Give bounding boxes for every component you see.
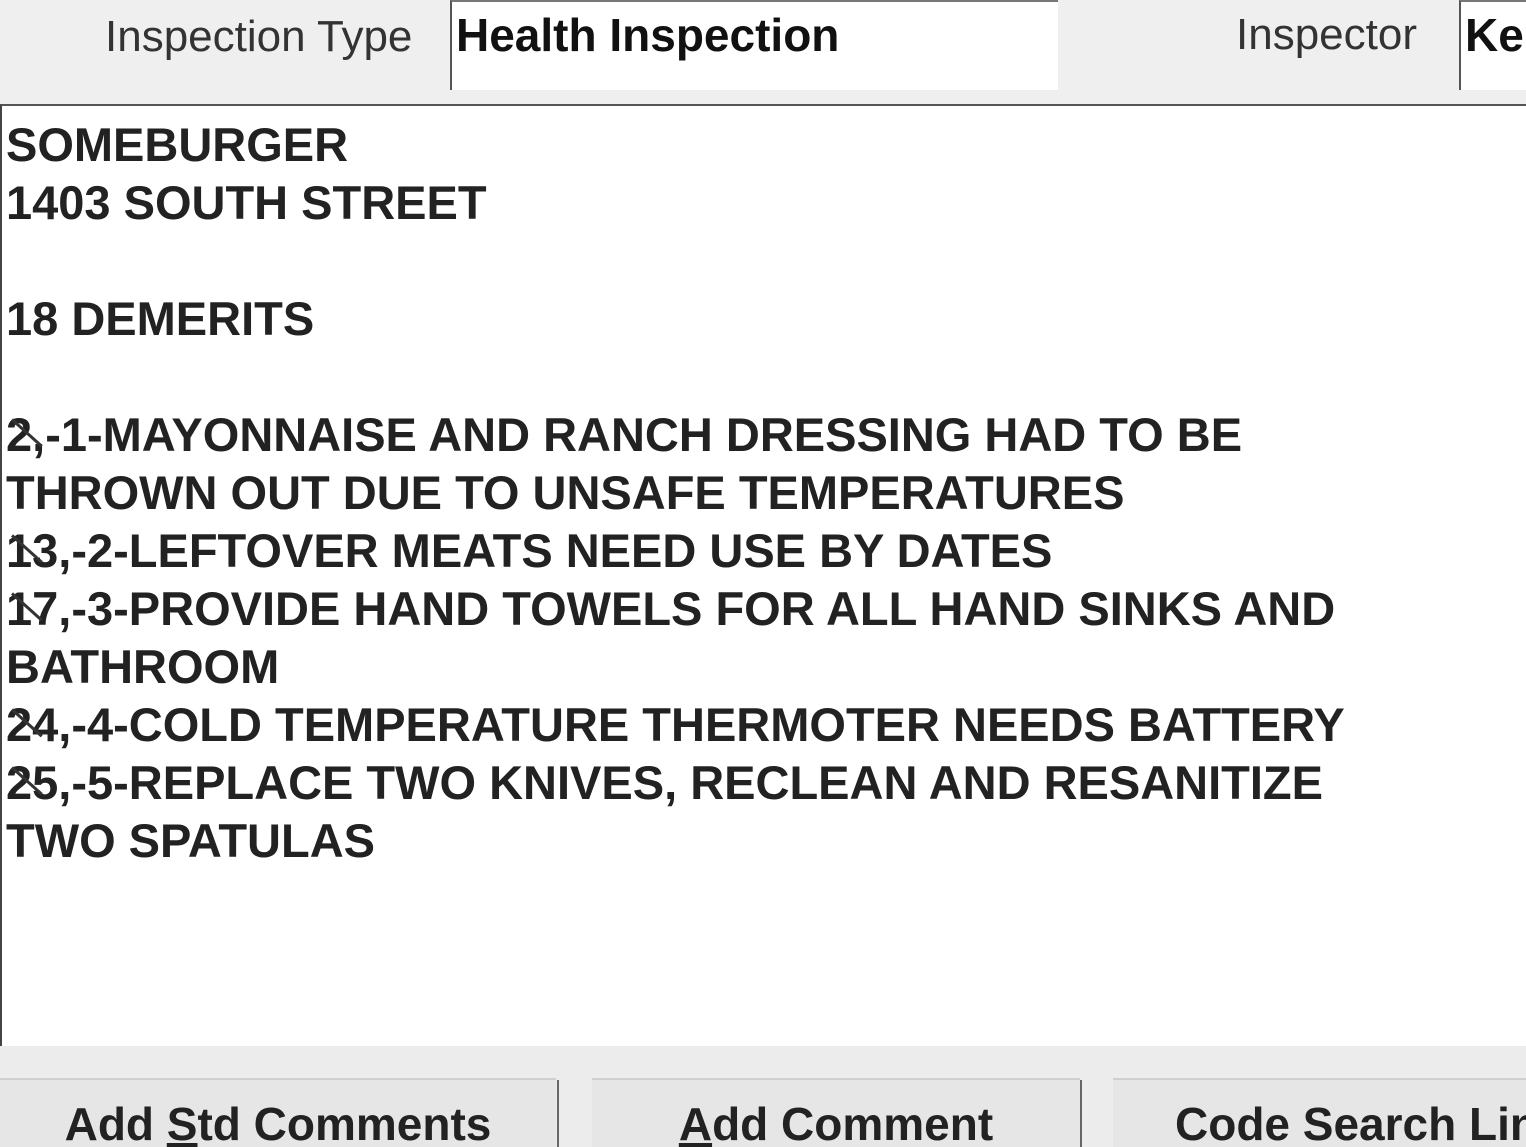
inspection-type-label: Inspection Type xyxy=(105,12,413,61)
comment-line: BATHROOM xyxy=(6,640,280,693)
comment-line xyxy=(6,232,1526,290)
comment-line: 18 DEMERITS xyxy=(6,292,315,345)
violation-code: 13 xyxy=(6,522,58,580)
code-search-link-button[interactable]: Code Search Lin xyxy=(1113,1078,1526,1147)
comment-line: 2,-1-MAYONNAISE AND RANCH DRESSING HAD T… xyxy=(6,406,1526,464)
comments-textarea[interactable]: SOMEBURGER 1403 SOUTH STREET 18 DEMERITS… xyxy=(0,104,1526,1046)
comment-line: THROWN OUT DUE TO UNSAFE TEMPERATURES xyxy=(6,466,1125,519)
violation-code: 25 xyxy=(6,754,58,812)
violation-code: 2 xyxy=(6,406,32,464)
button-divider xyxy=(1080,1080,1082,1147)
comment-line: 25,-5-REPLACE TWO KNIVES, RECLEAN AND RE… xyxy=(6,754,1526,812)
inspector-label: Inspector xyxy=(1236,10,1417,59)
comment-line: 13,-2-LEFTOVER MEATS NEED USE BY DATES xyxy=(6,522,1526,580)
comment-line xyxy=(6,348,1526,406)
header-bar: Inspection Type Health Inspection Inspec… xyxy=(0,0,1526,104)
add-std-comments-button[interactable]: Add Std Comments xyxy=(0,1078,556,1147)
comment-line: TWO SPATULAS xyxy=(6,814,376,867)
button-bar: Add Std Comments Add Comment Code Search… xyxy=(0,1046,1526,1147)
comment-line: 17,-3-PROVIDE HAND TOWELS FOR ALL HAND S… xyxy=(6,580,1526,638)
comment-line: SOMEBURGER xyxy=(6,118,349,171)
inspection-comment-window: Inspection Type Health Inspection Inspec… xyxy=(0,0,1526,1147)
button-divider xyxy=(557,1080,559,1147)
inspector-field[interactable]: Ke xyxy=(1459,0,1526,90)
comment-line: 24,-4-COLD TEMPERATURE THERMOTER NEEDS B… xyxy=(6,696,1526,754)
violation-code: 24 xyxy=(6,696,58,754)
violation-code: 17 xyxy=(6,580,58,638)
comment-line: 1403 SOUTH STREET xyxy=(6,176,487,229)
add-comment-button[interactable]: Add Comment xyxy=(592,1078,1080,1147)
inspection-type-field[interactable]: Health Inspection xyxy=(450,0,1058,90)
